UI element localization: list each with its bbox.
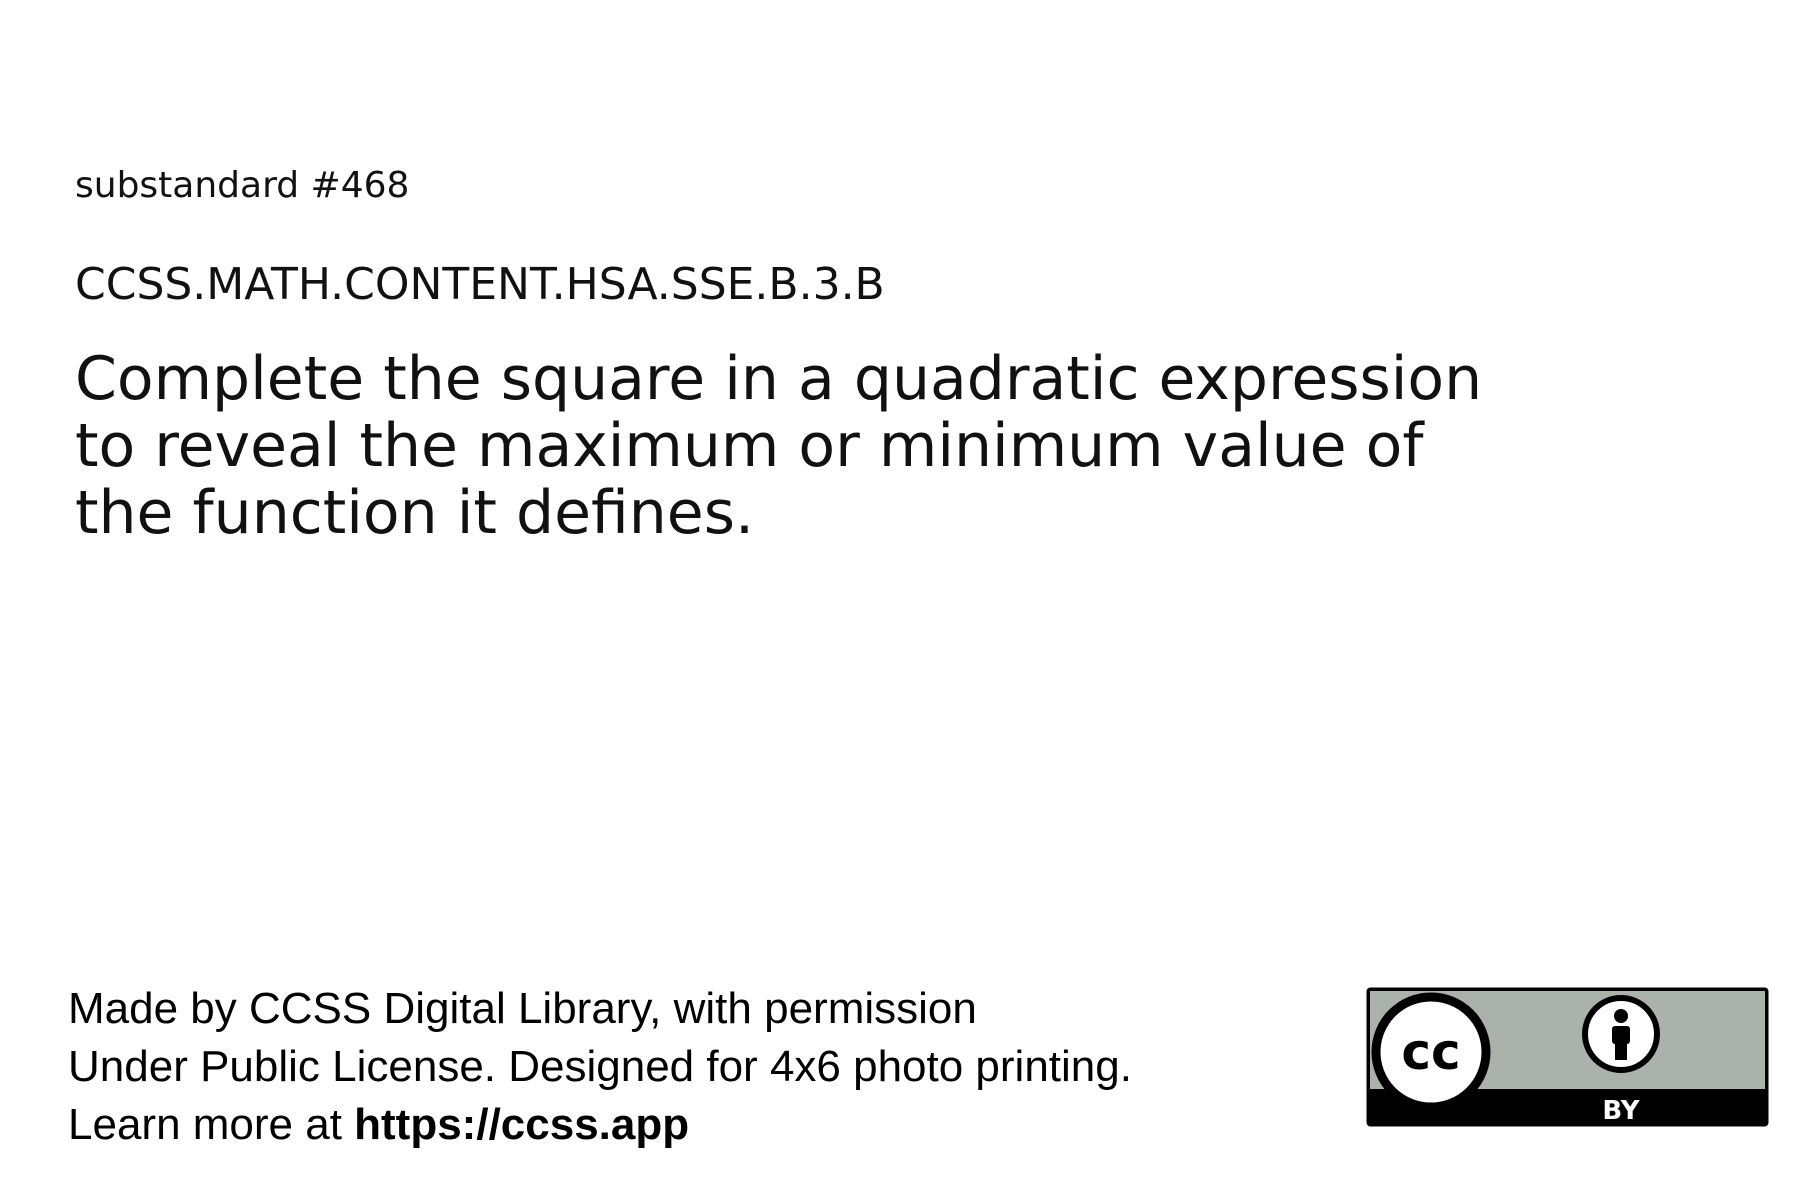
credits-line-3: Learn more at https://ccss.app bbox=[68, 1096, 1132, 1154]
standard-description: Complete the square in a quadratic expre… bbox=[75, 344, 1483, 548]
cc-icon-text: cc bbox=[1401, 1023, 1460, 1081]
attribution-person-icon bbox=[1582, 995, 1660, 1073]
credits-learn-more-text: Learn more at bbox=[68, 1100, 355, 1149]
ccss-app-link[interactable]: https://ccss.app bbox=[354, 1100, 689, 1149]
cc-icon: cc bbox=[1371, 992, 1491, 1112]
by-label: BY bbox=[1602, 1096, 1640, 1126]
credits-line-1: Made by CCSS Digital Library, with permi… bbox=[68, 984, 977, 1033]
credits-line-2: Under Public License. Designed for 4x6 p… bbox=[68, 1042, 1132, 1091]
standard-code: CCSS.MATH.CONTENT.HSA.SSE.B.3.B bbox=[75, 259, 885, 310]
substandard-number: substandard #468 bbox=[75, 165, 410, 206]
cc-by-license-badge: cc BY bbox=[1366, 987, 1769, 1127]
credits: Made by CCSS Digital Library, with permi… bbox=[68, 980, 1132, 1154]
